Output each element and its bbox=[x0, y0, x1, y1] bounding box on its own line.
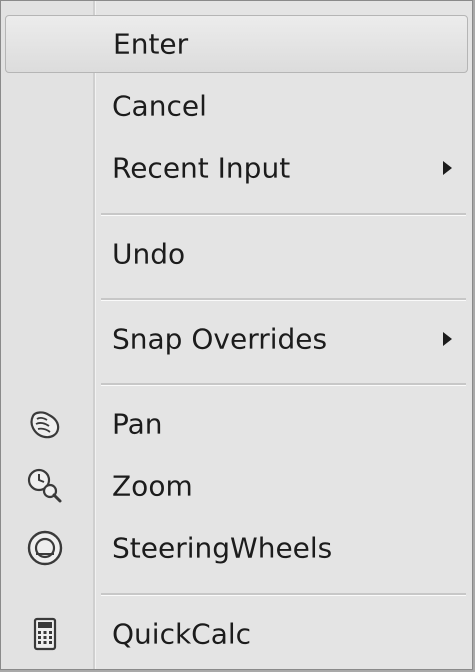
menu-item-pan[interactable]: Pan bbox=[5, 395, 468, 453]
pan-hand-icon bbox=[30, 411, 60, 439]
menu-item-zoom[interactable]: Zoom bbox=[5, 457, 468, 515]
menu-item-quickcalc[interactable]: QuickCalc bbox=[5, 605, 468, 663]
menu-separator bbox=[101, 593, 466, 596]
menu-item-label: QuickCalc bbox=[112, 617, 252, 651]
menu-item-label: SteeringWheels bbox=[112, 531, 333, 565]
zoom-clock-magnifier-icon bbox=[27, 468, 62, 503]
menu-item-enter[interactable]: Enter bbox=[5, 15, 468, 73]
menu-item-label: Snap Overrides bbox=[112, 322, 328, 356]
submenu-arrow-icon bbox=[443, 332, 452, 346]
menu-item-steeringwheels[interactable]: SteeringWheels bbox=[5, 519, 468, 577]
context-menu: Enter Cancel Recent Input Undo Snap Over… bbox=[0, 0, 473, 670]
menu-item-recent-input[interactable]: Recent Input bbox=[5, 139, 468, 197]
menu-item-label: Undo bbox=[112, 237, 186, 271]
menu-item-snap-overrides[interactable]: Snap Overrides bbox=[5, 310, 468, 368]
menu-item-undo[interactable]: Undo bbox=[5, 225, 468, 283]
calculator-icon bbox=[33, 617, 57, 651]
menu-separator bbox=[101, 383, 466, 386]
menu-item-cancel[interactable]: Cancel bbox=[5, 77, 468, 135]
menu-separator bbox=[101, 213, 466, 216]
submenu-arrow-icon bbox=[443, 161, 452, 175]
menu-item-label: Zoom bbox=[112, 469, 193, 503]
menu-item-label: Recent Input bbox=[112, 151, 291, 185]
menu-separator bbox=[101, 298, 466, 301]
menu-item-label: Pan bbox=[112, 407, 163, 441]
steering-wheel-icon bbox=[27, 530, 63, 566]
menu-item-label: Enter bbox=[113, 27, 189, 61]
menu-item-label: Cancel bbox=[112, 89, 207, 123]
